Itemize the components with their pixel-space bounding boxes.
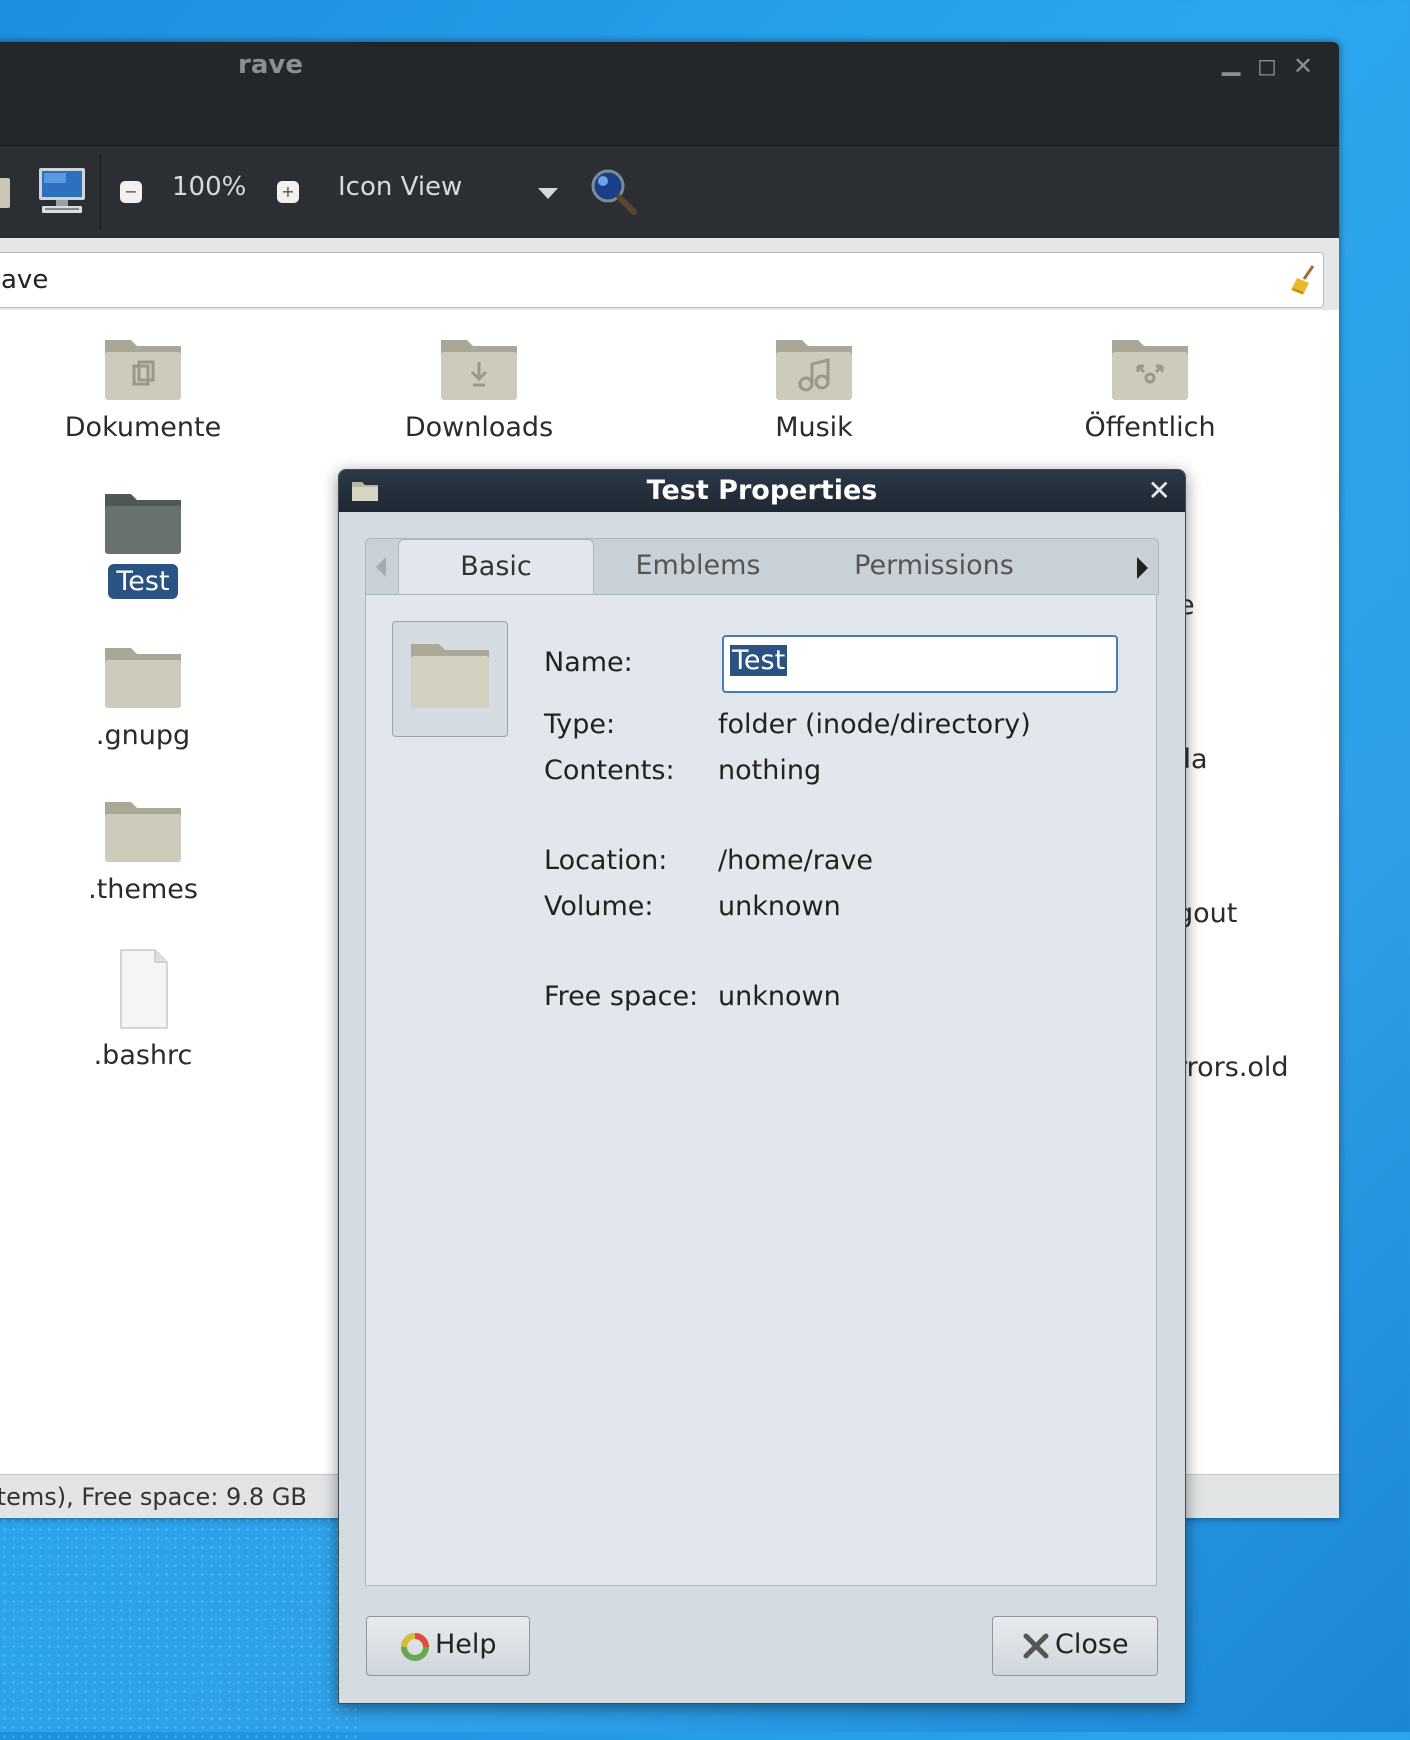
clear-icon[interactable] — [1287, 263, 1321, 297]
drive-icon[interactable] — [0, 178, 10, 208]
file-item[interactable]: .gnupg — [13, 640, 273, 753]
free-space-value: unknown — [718, 981, 841, 1012]
folder-icon — [411, 644, 489, 708]
status-text: items), Free space: 9.8 GB — [0, 1483, 307, 1511]
computer-icon[interactable] — [36, 166, 88, 216]
toolbar-separator — [100, 154, 101, 230]
file-item[interactable]: Dokumente — [13, 332, 273, 445]
name-label: Name: — [544, 647, 633, 678]
volume-value: unknown — [718, 891, 841, 922]
location-input[interactable]: ave — [0, 252, 1324, 308]
desktop-pattern — [0, 1480, 360, 1740]
close-label: Close — [1055, 1629, 1129, 1660]
file-item[interactable]: Test — [13, 486, 273, 599]
close-icon[interactable]: ✕ — [1148, 474, 1171, 507]
file-label: Öffentlich — [1084, 412, 1216, 443]
file-item[interactable]: Öffentlich — [1020, 332, 1280, 445]
folder-icon-button[interactable] — [392, 621, 508, 737]
tab-basic[interactable]: Basic — [398, 539, 594, 598]
tab-emblems[interactable]: Emblems — [598, 539, 798, 595]
window-title: rave — [238, 50, 303, 80]
maximize-icon[interactable]: ◻ — [1257, 52, 1277, 80]
location-value: /home/rave — [718, 845, 873, 876]
file-label: .bashrc — [93, 1040, 193, 1071]
help-button[interactable]: Help — [366, 1616, 530, 1676]
basic-page: Name: Test Type: folder (inode/directory… — [365, 594, 1157, 1586]
contents-value: nothing — [718, 755, 822, 786]
name-field[interactable]: Test — [722, 635, 1118, 693]
close-button[interactable]: Close — [992, 1616, 1158, 1676]
file-label: Dokumente — [64, 412, 222, 443]
view-mode-select[interactable]: Icon View — [338, 172, 462, 202]
file-icon — [120, 949, 168, 1029]
chevron-left-icon[interactable] — [376, 557, 386, 577]
properties-notebook: Basic Emblems Permissions Name: Test Typ… — [365, 538, 1159, 1586]
file-label: Musik — [775, 412, 853, 443]
file-label: Test — [108, 564, 178, 599]
name-value: Test — [730, 645, 788, 676]
help-label: Help — [435, 1629, 497, 1660]
zoom-level: 100% — [172, 172, 247, 202]
contents-label: Contents: — [544, 755, 675, 786]
type-label: Type: — [544, 709, 616, 740]
help-icon — [401, 1633, 429, 1661]
tab-bar: Basic Emblems Permissions — [365, 538, 1159, 598]
close-icon — [1023, 1633, 1049, 1659]
dialog-titlebar[interactable]: Test Properties ✕ — [339, 470, 1185, 512]
free-space-label: Free space: — [544, 981, 699, 1012]
folder-music-icon — [776, 340, 852, 400]
close-icon[interactable]: ✕ — [1293, 52, 1313, 80]
type-value: folder (inode/directory) — [718, 709, 1031, 740]
folder-icon — [105, 648, 181, 708]
folder-icon — [105, 802, 181, 862]
folder-downloads-icon — [441, 340, 517, 400]
volume-label: Volume: — [544, 891, 654, 922]
folder-documents-icon — [105, 340, 181, 400]
folder-icon — [105, 494, 181, 554]
chevron-right-icon[interactable] — [1137, 557, 1148, 579]
location-bar: ave — [0, 238, 1339, 311]
toolbar: − 100% + Icon View — [0, 145, 1339, 238]
window-titlebar[interactable]: rave ▁ ◻ ✕ — [0, 42, 1339, 145]
location-label: Location: — [544, 845, 668, 876]
file-label: .themes — [88, 874, 198, 905]
file-label: .gnupg — [95, 720, 191, 751]
file-item[interactable]: .themes — [13, 794, 273, 907]
zoom-out-button[interactable]: − — [120, 181, 142, 203]
file-item[interactable]: .bashrc — [13, 948, 273, 1073]
chevron-down-icon[interactable] — [538, 188, 558, 199]
location-text: ave — [1, 265, 49, 295]
zoom-in-button[interactable]: + — [277, 181, 299, 203]
tab-permissions[interactable]: Permissions — [824, 539, 1044, 595]
file-label: rrors.old — [1176, 1052, 1289, 1083]
minimize-icon[interactable]: ▁ — [1222, 48, 1240, 76]
file-item[interactable]: Downloads — [349, 332, 609, 445]
dialog-title: Test Properties — [646, 475, 878, 506]
file-label: Downloads — [404, 412, 554, 443]
file-item[interactable]: Musik — [684, 332, 944, 445]
search-icon[interactable] — [588, 166, 640, 218]
folder-public-icon — [1112, 340, 1188, 400]
properties-dialog: Test Properties ✕ Basic Emblems Permissi… — [338, 469, 1186, 1704]
